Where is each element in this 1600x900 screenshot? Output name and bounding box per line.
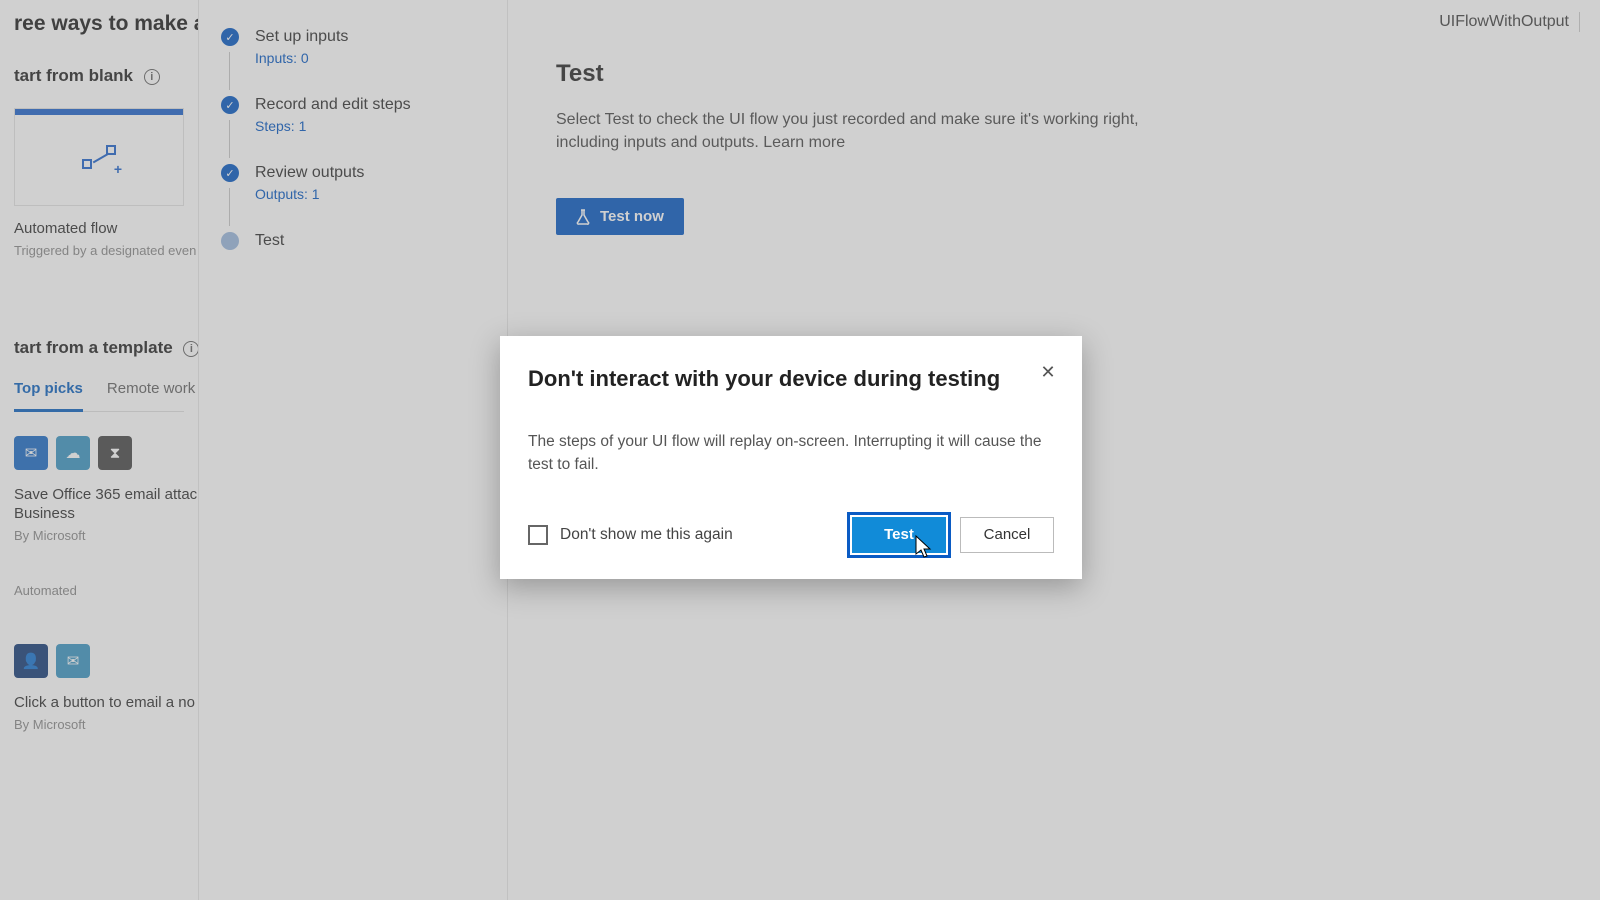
close-icon: ✕ [1040,362,1055,382]
checkbox-icon [528,525,548,545]
test-warning-dialog: Don't interact with your device during t… [500,336,1082,579]
dialog-title: Don't interact with your device during t… [528,366,1054,392]
test-button[interactable]: Test [852,517,946,553]
cancel-button[interactable]: Cancel [960,517,1054,553]
dialog-body: The steps of your UI flow will replay on… [528,430,1054,477]
dont-show-again-checkbox[interactable]: Don't show me this again [528,525,733,545]
close-button[interactable]: ✕ [1034,358,1062,386]
